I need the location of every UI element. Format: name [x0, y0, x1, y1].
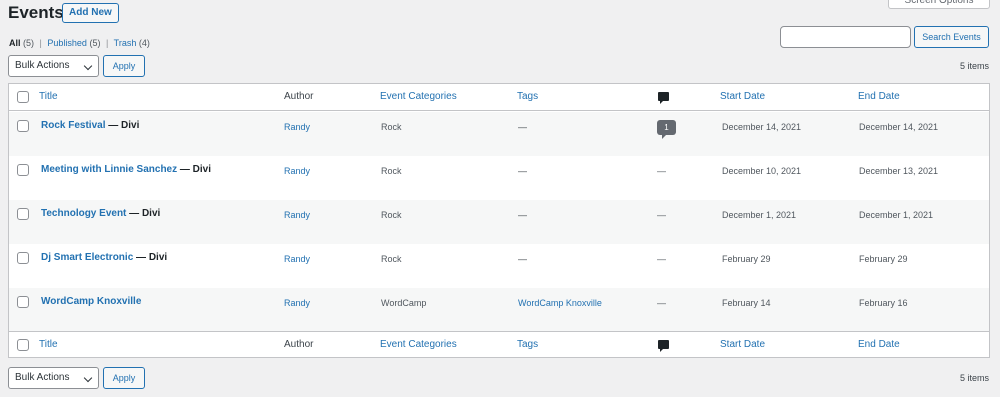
column-start-date-sort[interactable]: Start Date [720, 91, 765, 102]
comment-icon[interactable] [658, 340, 669, 352]
events-table: Title Author Event Categories Tags Start… [8, 83, 990, 358]
table-row: Dj Smart Electronic — Divi Randy Rock — — Feb… [9, 244, 989, 288]
column-title-sort[interactable]: Title [39, 339, 58, 350]
row-checkbox[interactable] [17, 208, 29, 220]
end-date: February 29 [859, 254, 908, 264]
author-link[interactable]: Randy [284, 254, 310, 264]
chevron-down-icon [83, 61, 93, 71]
column-title-sort[interactable]: Title [39, 91, 58, 102]
tag-link[interactable]: WordCamp Knoxville [518, 298, 602, 308]
start-date: December 14, 2021 [722, 122, 802, 132]
event-title-link[interactable]: Rock Festival [41, 120, 105, 131]
table-footer: Title Author Event Categories Tags Start… [9, 331, 989, 357]
event-title-link[interactable]: Technology Event [41, 208, 126, 219]
post-state: — Divi [126, 208, 161, 219]
search-events-button[interactable]: Search Events [914, 26, 989, 48]
table-row: WordCamp Knoxville Randy WordCamp WordCamp … [9, 288, 989, 332]
end-date: December 1, 2021 [859, 210, 934, 220]
author-link[interactable]: Randy [284, 298, 310, 308]
apply-button-top[interactable]: Apply [103, 55, 145, 77]
table-row: Rock Festival — Divi Randy Rock — 1 December … [9, 112, 989, 156]
bulk-actions-value: Bulk Actions [15, 372, 70, 383]
start-date: December 1, 2021 [722, 210, 797, 220]
end-date: February 16 [859, 298, 908, 308]
event-title-link[interactable]: Dj Smart Electronic [41, 252, 133, 263]
comments-empty: — [657, 166, 666, 176]
view-all-link[interactable]: All [9, 38, 21, 48]
view-filters: All (5) | Published (5) | Trash (4) [9, 38, 150, 48]
comments-empty: — [657, 254, 666, 264]
post-state: — Divi [105, 120, 140, 131]
column-categories[interactable]: Event Categories [380, 91, 457, 102]
screen-options-button[interactable]: Screen Options [888, 0, 990, 9]
column-end-date-sort[interactable]: End Date [858, 339, 900, 350]
event-category: Rock [381, 122, 402, 132]
tags-empty: — [518, 210, 527, 220]
search-input[interactable] [780, 26, 911, 48]
select-all-checkbox[interactable] [17, 339, 29, 351]
event-category: WordCamp [381, 298, 427, 308]
column-tags[interactable]: Tags [517, 91, 538, 102]
column-author: Author [284, 91, 314, 102]
view-trash-link[interactable]: Trash [114, 38, 137, 48]
post-state: — Divi [133, 252, 168, 263]
table-header: Title Author Event Categories Tags Start… [9, 84, 989, 111]
comments-empty: — [657, 210, 666, 220]
author-link[interactable]: Randy [284, 166, 310, 176]
items-count-bottom: 5 items [959, 373, 989, 383]
end-date: December 14, 2021 [859, 122, 939, 132]
bulk-actions-value: Bulk Actions [15, 60, 70, 71]
select-all-checkbox[interactable] [17, 91, 29, 103]
column-categories[interactable]: Event Categories [380, 339, 457, 350]
comment-icon[interactable] [658, 92, 669, 104]
start-date: February 14 [722, 298, 771, 308]
add-new-button[interactable]: Add New [62, 3, 119, 23]
column-tags[interactable]: Tags [517, 339, 538, 350]
column-author: Author [284, 339, 314, 350]
view-published-link[interactable]: Published [47, 38, 87, 48]
column-end-date-sort[interactable]: End Date [858, 91, 900, 102]
post-state: — Divi [177, 164, 212, 175]
end-date: December 13, 2021 [859, 166, 939, 176]
tags-empty: — [518, 254, 527, 264]
comments-empty: — [657, 298, 666, 308]
view-all-count: (5) [23, 38, 35, 48]
chevron-down-icon [83, 373, 93, 383]
start-date: February 29 [722, 254, 771, 264]
event-category: Rock [381, 254, 402, 264]
row-checkbox[interactable] [17, 296, 29, 308]
row-checkbox[interactable] [17, 164, 29, 176]
page-title: Events [8, 3, 64, 22]
event-category: Rock [381, 166, 402, 176]
view-separator: | [105, 38, 109, 48]
table-row: Technology Event — Divi Randy Rock — — Decemb… [9, 200, 989, 244]
table-row: Meeting with Linnie Sanchez — Divi Randy R… [9, 156, 989, 200]
apply-button-bottom[interactable]: Apply [103, 367, 145, 389]
bulk-actions-select-bottom[interactable]: Bulk Actions [8, 367, 99, 389]
author-link[interactable]: Randy [284, 122, 310, 132]
event-title-link[interactable]: WordCamp Knoxville [41, 296, 141, 307]
tags-empty: — [518, 166, 527, 176]
view-separator: | [39, 38, 42, 48]
comment-count-bubble[interactable]: 1 [657, 120, 676, 139]
tags-empty: — [518, 122, 527, 132]
view-published-count: (5) [89, 38, 101, 48]
row-checkbox[interactable] [17, 120, 29, 132]
items-count-top: 5 items [959, 61, 989, 71]
event-title-link[interactable]: Meeting with Linnie Sanchez [41, 164, 177, 175]
row-checkbox[interactable] [17, 252, 29, 264]
column-start-date-sort[interactable]: Start Date [720, 339, 765, 350]
bulk-actions-select-top[interactable]: Bulk Actions [8, 55, 99, 77]
author-link[interactable]: Randy [284, 210, 310, 220]
start-date: December 10, 2021 [722, 166, 802, 176]
view-trash-count: (4) [138, 38, 150, 48]
event-category: Rock [381, 210, 402, 220]
